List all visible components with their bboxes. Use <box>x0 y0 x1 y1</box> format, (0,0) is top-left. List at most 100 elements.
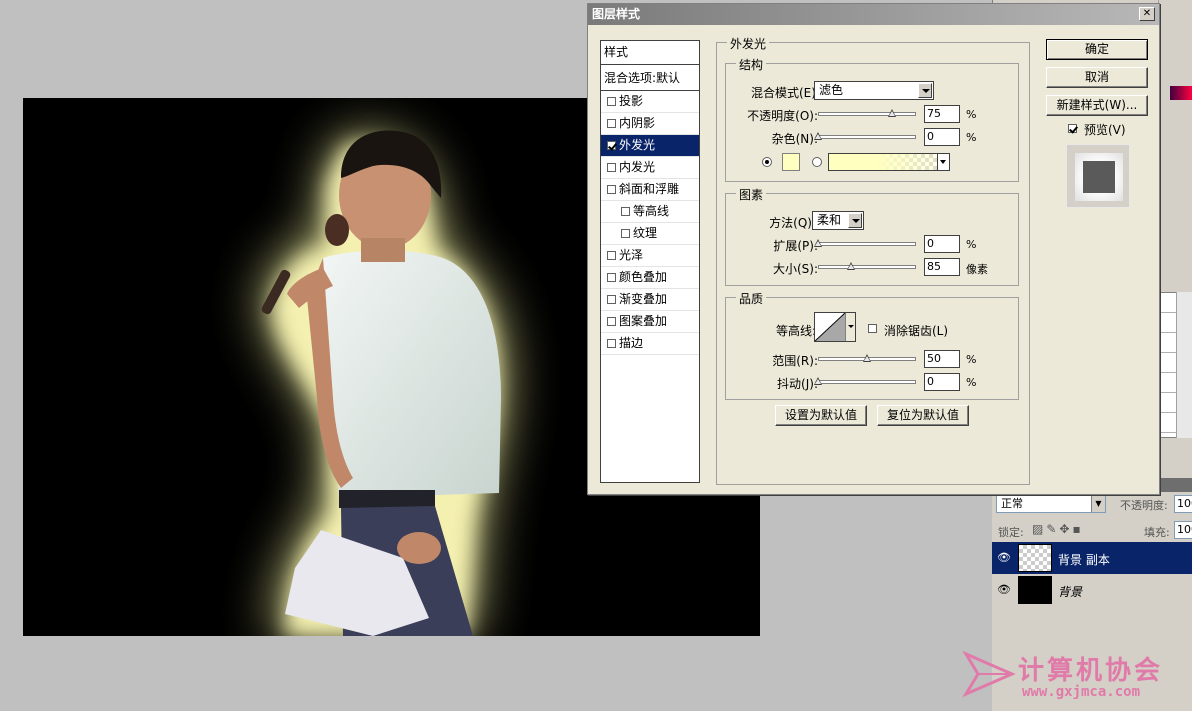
noise-field[interactable]: 0 <box>924 128 960 146</box>
cancel-button[interactable]: 取消 <box>1046 67 1148 88</box>
glow-gradient-picker[interactable] <box>828 153 950 171</box>
layer-blend-mode-select[interactable]: 正常 ▼ <box>996 495 1106 513</box>
style-checkbox[interactable] <box>607 141 616 150</box>
style-checkbox[interactable] <box>607 317 616 326</box>
lock-icons[interactable]: ▨✎✥▪ <box>1032 522 1084 536</box>
lock-all-icon[interactable]: ▪ <box>1072 522 1083 536</box>
style-list: 样式 混合选项:默认 投影 内阴影外发光内发光 斜面和浮雕等高线纹理光泽 颜色叠加 渐变… <box>600 40 700 483</box>
close-button[interactable]: ✕ <box>1139 7 1155 21</box>
preview-checkbox[interactable] <box>1068 124 1077 133</box>
spread-label: 扩展(P): <box>773 239 818 253</box>
style-item[interactable]: 内阴影 <box>601 113 699 135</box>
percent-unit: % <box>966 238 977 251</box>
ok-button[interactable]: 确定 <box>1046 39 1148 60</box>
style-item[interactable]: 内发光 <box>601 157 699 179</box>
slider-thumb[interactable] <box>887 109 896 117</box>
blend-mode-select[interactable]: 滤色 <box>814 81 934 100</box>
layer-blend-mode-value: 正常 <box>1001 497 1023 510</box>
size-slider[interactable] <box>818 261 916 273</box>
quality-title: 品质 <box>736 290 767 307</box>
style-item[interactable]: 描边 <box>601 333 699 355</box>
slider-thumb[interactable] <box>814 377 822 385</box>
style-checkbox[interactable] <box>607 295 616 304</box>
style-item-label: 等高线 <box>633 204 670 218</box>
layer-name: 背景 <box>1058 585 1083 599</box>
style-checkbox[interactable] <box>607 339 616 348</box>
eye-icon[interactable]: 👁 <box>996 551 1012 565</box>
structure-group: 结构 混合模式(E): 滤色 不透明度(O): 75 % 杂色(N): 0 % <box>725 56 1019 182</box>
new-style-button[interactable]: 新建样式(W)... <box>1046 95 1148 116</box>
range-slider[interactable] <box>818 353 916 365</box>
gradient-radio[interactable] <box>812 157 822 167</box>
dialog-titlebar[interactable]: 图层样式 <box>588 4 1159 25</box>
size-field[interactable]: 85 <box>924 258 960 276</box>
style-item[interactable]: 颜色叠加 <box>601 267 699 289</box>
technique-select[interactable]: 柔和 <box>812 211 864 230</box>
layer-thumbnail <box>1018 576 1052 604</box>
layer-opacity-field[interactable]: 100 <box>1174 495 1192 513</box>
style-item[interactable]: 纹理 <box>601 223 699 245</box>
style-item[interactable]: 光泽 <box>601 245 699 267</box>
style-checkbox[interactable] <box>607 251 616 260</box>
layer-row-background-copy[interactable]: 👁 背景 副本 <box>992 542 1192 574</box>
style-item[interactable]: 图案叠加 <box>601 311 699 333</box>
lock-brush-icon[interactable]: ✎ <box>1046 522 1059 536</box>
style-item[interactable]: 渐变叠加 <box>601 289 699 311</box>
style-item[interactable]: 等高线 <box>601 201 699 223</box>
size-label: 大小(S): <box>772 262 818 276</box>
style-item-label: 纹理 <box>633 226 658 240</box>
chevron-down-icon <box>937 154 949 170</box>
spread-slider[interactable] <box>814 238 916 250</box>
jitter-slider[interactable] <box>814 376 916 388</box>
blending-options-item[interactable]: 混合选项:默认 <box>601 67 699 91</box>
make-default-button[interactable]: 设置为默认值 <box>775 405 867 426</box>
antialias-checkbox[interactable] <box>868 324 877 333</box>
outer-glow-group: 外发光 结构 混合模式(E): 滤色 不透明度(O): 75 % 杂色(N): … <box>716 35 1030 485</box>
layer-row-background[interactable]: 👁 背景 <box>992 574 1192 606</box>
style-checkbox[interactable] <box>607 273 616 282</box>
style-preview <box>1066 144 1130 208</box>
contour-picker[interactable] <box>814 312 856 342</box>
noise-slider[interactable] <box>814 131 916 143</box>
style-checkbox[interactable] <box>607 119 616 128</box>
style-checkbox[interactable] <box>607 163 616 172</box>
slider-thumb[interactable] <box>814 132 822 140</box>
jitter-label: 抖动(J): <box>777 377 818 391</box>
percent-unit: % <box>966 108 977 121</box>
style-item[interactable]: 斜面和浮雕 <box>601 179 699 201</box>
eye-icon[interactable]: 👁 <box>996 583 1012 597</box>
layer-opacity-label: 不透明度: <box>1120 499 1168 512</box>
range-field[interactable]: 50 <box>924 350 960 368</box>
watermark-title: 计算机协会 <box>1018 656 1164 686</box>
slider-thumb[interactable] <box>814 239 822 247</box>
percent-unit: % <box>966 131 977 144</box>
style-checkbox[interactable] <box>607 97 616 106</box>
lock-move-icon[interactable]: ✥ <box>1059 522 1072 536</box>
style-item-label: 外发光 <box>619 138 656 152</box>
spread-field[interactable]: 0 <box>924 235 960 253</box>
style-item[interactable]: 投影 <box>601 91 699 113</box>
style-checkbox[interactable] <box>621 229 630 238</box>
reset-default-button[interactable]: 复位为默认值 <box>877 405 969 426</box>
lock-transparency-icon[interactable]: ▨ <box>1032 522 1046 536</box>
fill-label: 填充: <box>1144 526 1170 539</box>
solid-color-radio[interactable] <box>762 157 772 167</box>
style-list-header[interactable]: 样式 <box>601 41 699 65</box>
jitter-field[interactable]: 0 <box>924 373 960 391</box>
color-ramp[interactable] <box>1170 86 1192 100</box>
style-item-label: 图案叠加 <box>619 314 668 328</box>
glow-color-swatch[interactable] <box>782 153 800 171</box>
elements-title: 图素 <box>736 186 767 203</box>
opacity-label: 不透明度(O): <box>747 109 818 123</box>
palette-scrollbar[interactable] <box>1176 292 1192 438</box>
slider-thumb[interactable] <box>847 262 856 270</box>
style-checkbox[interactable] <box>607 185 616 194</box>
style-checkbox[interactable] <box>621 207 630 216</box>
watermark-url: www.gxjmca.com <box>1022 684 1141 700</box>
structure-title: 结构 <box>736 56 767 73</box>
style-item[interactable]: 外发光 <box>601 135 699 157</box>
slider-thumb[interactable] <box>863 354 871 362</box>
fill-field[interactable]: 100 <box>1174 521 1192 539</box>
opacity-slider[interactable] <box>818 108 916 120</box>
opacity-field[interactable]: 75 <box>924 105 960 123</box>
